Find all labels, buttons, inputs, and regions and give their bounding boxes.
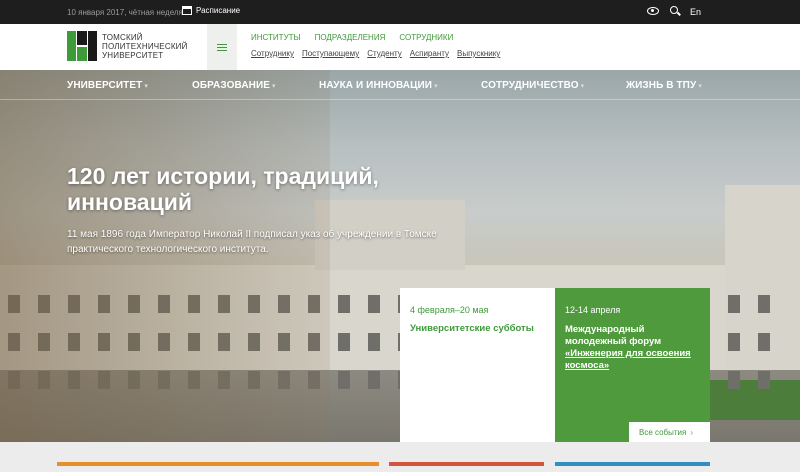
link-institutes[interactable]: ИНСТИТУТЫ: [251, 33, 301, 42]
hero-description: 11 мая 1896 года Император Николай II по…: [67, 229, 437, 255]
site-header: ТОМСКИЙ ПОЛИТЕХНИЧЕСКИЙ УНИВЕРСИТЕТ ИНСТ…: [0, 24, 800, 70]
link-divisions[interactable]: ПОДРАЗДЕЛЕНИЯ: [315, 33, 386, 42]
building-window: [368, 295, 380, 313]
schedule-link[interactable]: Расписание: [182, 6, 240, 15]
schedule-label: Расписание: [196, 6, 241, 15]
building-window: [368, 371, 380, 389]
building-window: [758, 371, 770, 389]
link-applicant[interactable]: Поступающему: [302, 49, 359, 58]
building-window: [338, 371, 350, 389]
logo-icon: [67, 31, 97, 61]
eye-icon[interactable]: [647, 7, 659, 15]
nav-cooperation[interactable]: СОТРУДНИЧЕСТВО: [481, 80, 584, 91]
event-card[interactable]: 4 февраля–20 мая Университетские субботы: [400, 288, 555, 442]
logo-text: ТОМСКИЙ ПОЛИТЕХНИЧЕСКИЙ УНИВЕРСИТЕТ: [102, 32, 188, 60]
event-card-featured[interactable]: 12-14 апреля Международный молодежный фо…: [555, 288, 710, 442]
menu-button[interactable]: [207, 24, 237, 70]
hero-title: 120 лет истории, традиций, инноваций: [67, 163, 379, 215]
nav-life[interactable]: ЖИЗНЬ В ТПУ: [626, 80, 702, 91]
building-window: [338, 333, 350, 351]
event-date: 4 февраля–20 мая: [410, 305, 489, 315]
building-window: [758, 333, 770, 351]
main-nav: УНИВЕРСИТЕТ ОБРАЗОВАНИЕ НАУКА И ИННОВАЦИ…: [0, 70, 800, 100]
nav-science[interactable]: НАУКА И ИННОВАЦИИ: [319, 80, 438, 91]
search-icon[interactable]: [670, 6, 678, 14]
event-date: 12-14 апреля: [565, 305, 621, 315]
link-postgraduate[interactable]: Аспиранту: [410, 49, 449, 58]
building-window: [368, 333, 380, 351]
header-top-links: ИНСТИТУТЫ ПОДРАЗДЕЛЕНИЯ СОТРУДНИКИ: [251, 33, 453, 42]
section-accent-orange: [57, 462, 379, 466]
section-accent-blue: [555, 462, 710, 466]
hamburger-icon: [217, 43, 227, 51]
link-employee[interactable]: Сотруднику: [251, 49, 294, 58]
building-window: [338, 295, 350, 313]
building-window: [728, 333, 740, 351]
nav-university[interactable]: УНИВЕРСИТЕТ: [67, 80, 148, 91]
building-window: [728, 371, 740, 389]
top-bar: 10 января 2017, чётная неделя Расписание…: [0, 0, 800, 24]
event-title: Международный молодежный форум «Инженери…: [565, 324, 705, 372]
current-date: 10 января 2017, чётная неделя: [67, 8, 183, 17]
link-graduate[interactable]: Выпускнику: [457, 49, 500, 58]
audience-links: Сотруднику Поступающему Студенту Аспиран…: [251, 49, 500, 58]
language-switch[interactable]: En: [690, 7, 701, 17]
link-student[interactable]: Студенту: [367, 49, 402, 58]
bottom-section: [0, 442, 800, 472]
event-link[interactable]: «Инженерия для освоения космоса»: [565, 348, 705, 372]
section-accent-red: [389, 462, 544, 466]
university-logo[interactable]: ТОМСКИЙ ПОЛИТЕХНИЧЕСКИЙ УНИВЕРСИТЕТ: [67, 31, 188, 61]
link-staff[interactable]: СОТРУДНИКИ: [399, 33, 453, 42]
event-title: Университетские субботы: [410, 323, 534, 334]
nav-education[interactable]: ОБРАЗОВАНИЕ: [192, 80, 276, 91]
all-events-button[interactable]: Все события: [629, 422, 710, 442]
building-window: [758, 295, 770, 313]
calendar-icon: [182, 6, 192, 15]
building-window: [728, 295, 740, 313]
